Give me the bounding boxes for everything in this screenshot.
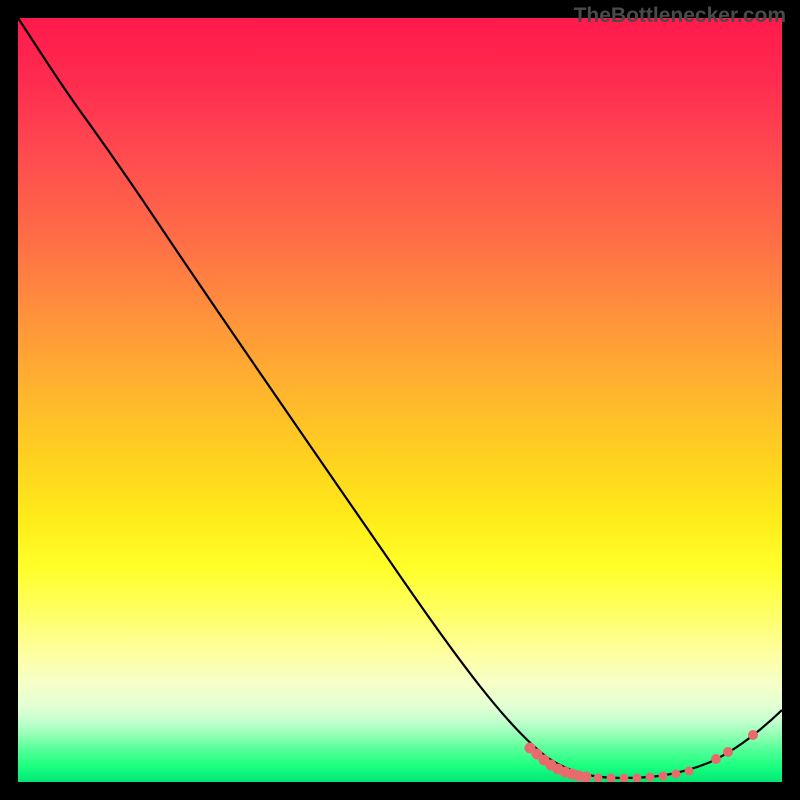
bottleneck-curve <box>18 18 782 778</box>
marker-cluster-right <box>711 730 758 764</box>
chart-svg <box>18 18 782 782</box>
watermark-text: TheBottlenecker.com <box>574 4 786 28</box>
marker-spaced <box>594 767 694 783</box>
marker-cluster-left <box>525 743 592 783</box>
plot-area <box>18 18 782 782</box>
